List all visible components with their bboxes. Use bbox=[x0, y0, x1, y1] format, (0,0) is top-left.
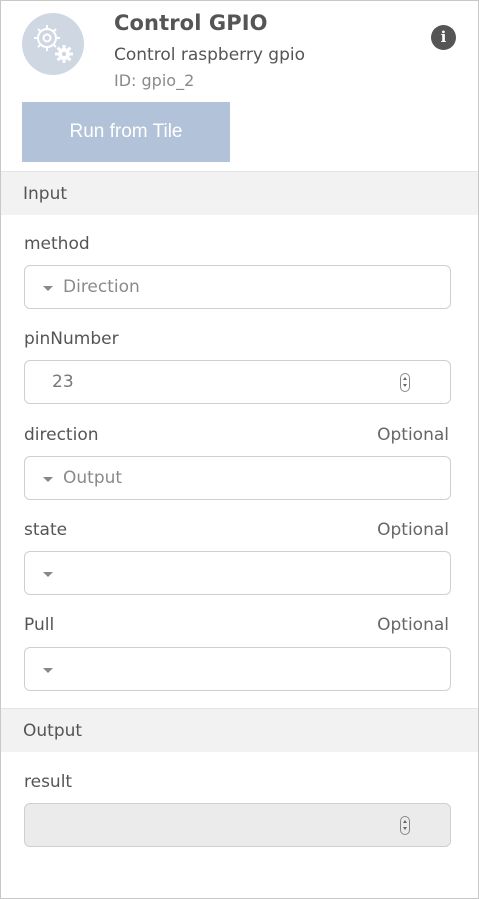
info-icon[interactable]: i bbox=[431, 25, 456, 50]
method-select[interactable]: Direction bbox=[24, 265, 451, 309]
pinnumber-value: 23 bbox=[52, 372, 74, 392]
tile-subtitle: Control raspberry gpio bbox=[114, 45, 306, 65]
run-from-tile-button[interactable]: Run from Tile bbox=[22, 102, 230, 162]
chevron-down-icon bbox=[43, 572, 53, 577]
state-label: state bbox=[24, 520, 68, 540]
tile-panel: Control GPIO Control raspberry gpio ID: … bbox=[0, 0, 479, 899]
gears-icon bbox=[22, 13, 84, 75]
input-section-header: Input bbox=[1, 171, 478, 215]
method-value: Direction bbox=[63, 277, 140, 297]
result-output-field bbox=[24, 803, 451, 847]
result-label: result bbox=[24, 772, 73, 792]
spinner-icon[interactable] bbox=[400, 373, 410, 392]
chevron-down-icon bbox=[43, 477, 53, 482]
tile-header: Control GPIO Control raspberry gpio ID: … bbox=[1, 1, 478, 171]
direction-value: Output bbox=[63, 468, 123, 488]
spinner-icon bbox=[400, 816, 410, 835]
direction-optional-label: Optional bbox=[377, 425, 449, 445]
state-select[interactable] bbox=[24, 551, 451, 595]
direction-label: direction bbox=[24, 425, 99, 445]
method-label: method bbox=[24, 234, 90, 254]
chevron-down-icon bbox=[43, 668, 53, 673]
pull-label: Pull bbox=[24, 615, 55, 635]
pull-optional-label: Optional bbox=[377, 615, 449, 635]
tile-title: Control GPIO bbox=[114, 11, 268, 35]
pull-select[interactable] bbox=[24, 647, 451, 691]
tile-id: ID: gpio_2 bbox=[114, 71, 195, 90]
pinnumber-input[interactable]: 23 bbox=[24, 360, 451, 404]
direction-select[interactable]: Output bbox=[24, 456, 451, 500]
chevron-down-icon bbox=[43, 286, 53, 291]
state-optional-label: Optional bbox=[377, 520, 449, 540]
output-section-header: Output bbox=[1, 708, 478, 752]
pinnumber-label: pinNumber bbox=[24, 329, 119, 349]
